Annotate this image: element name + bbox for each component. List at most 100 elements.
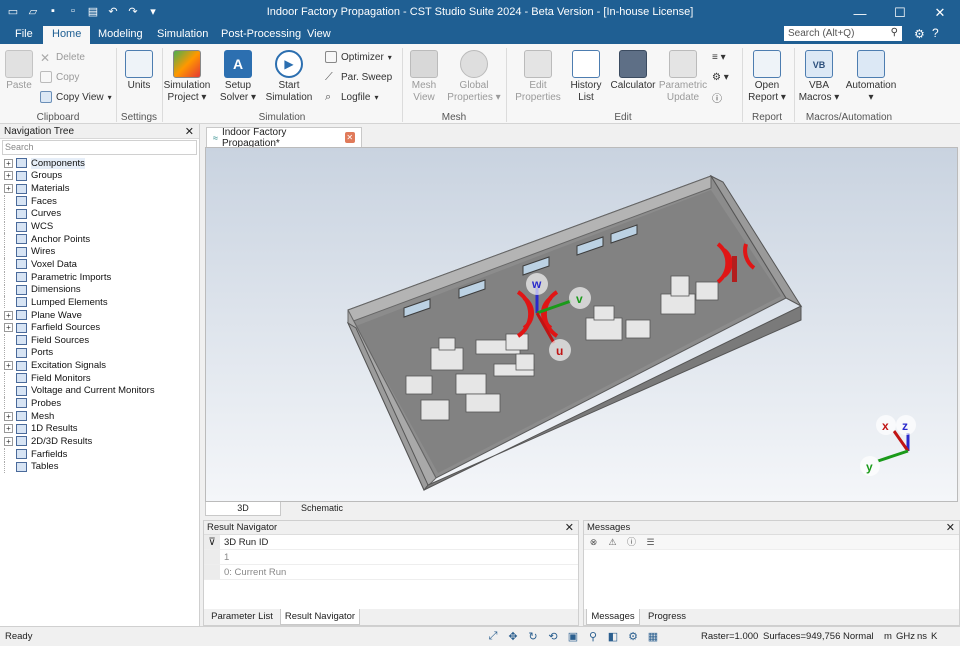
expand-icon[interactable]: +: [4, 310, 13, 320]
close-icon[interactable]: ✕: [946, 521, 955, 534]
start-simulation-button[interactable]: ▶ Start Simulation: [264, 50, 314, 104]
tree-item[interactable]: Lumped Elements: [4, 296, 155, 309]
tree-item[interactable]: Faces: [4, 195, 155, 208]
minimize-button[interactable]: —: [840, 0, 880, 26]
tree-item[interactable]: Parametric Imports: [4, 271, 155, 284]
expand-icon[interactable]: +: [4, 424, 13, 434]
tree-item[interactable]: Voltage and Current Monitors: [4, 384, 155, 398]
tree-item[interactable]: +2D/3D Results: [4, 435, 155, 448]
calculator-button[interactable]: Calculator: [609, 50, 657, 92]
search-input[interactable]: Search (Alt+Q) ⚲: [784, 26, 902, 41]
tree-item[interactable]: Probes: [4, 397, 155, 410]
expand-icon[interactable]: +: [4, 158, 13, 168]
tab-post-processing[interactable]: Post-Processing: [212, 26, 310, 44]
tab-home[interactable]: Home: [43, 26, 91, 44]
info-filter-icon[interactable]: ⓘ: [626, 537, 637, 548]
tree-item[interactable]: Field Monitors: [4, 372, 155, 385]
close-button[interactable]: ✕: [920, 0, 960, 26]
list-tools-button[interactable]: ≡ ▾: [712, 50, 726, 64]
par-sweep-button[interactable]: ⟋ Par. Sweep: [325, 70, 392, 84]
raster-icon[interactable]: ▦: [646, 629, 660, 643]
close-tab-icon[interactable]: ✕: [344, 132, 355, 143]
zoom-icon[interactable]: ⚲: [586, 629, 600, 643]
folder-icon: [16, 449, 27, 460]
expand-icon[interactable]: +: [4, 171, 13, 181]
3d-viewport[interactable]: w v u x z y: [205, 147, 958, 502]
settings-tools-button[interactable]: ⚙ ▾: [712, 70, 729, 84]
optimizer-button[interactable]: Optimizer ▾: [325, 50, 392, 64]
document-tab[interactable]: ≈ Indoor Factory Propagation* ✕: [206, 127, 362, 149]
rotate-view-icon[interactable]: ⟲: [546, 629, 560, 643]
expand-icon[interactable]: +: [4, 184, 13, 194]
zoom-fit-icon[interactable]: ⤢: [486, 629, 500, 643]
tab-messages[interactable]: Messages: [586, 609, 640, 625]
copy-button[interactable]: Copy: [40, 70, 79, 84]
pan-icon[interactable]: ✥: [506, 629, 520, 643]
warning-filter-icon[interactable]: ⚠: [607, 537, 618, 548]
edit-properties-button[interactable]: Edit Properties: [512, 50, 564, 104]
tree-item[interactable]: Tables: [4, 460, 155, 473]
tab-3d[interactable]: 3D: [205, 502, 281, 516]
parametric-update-button[interactable]: Parametric Update: [657, 50, 709, 104]
tab-view[interactable]: View: [298, 26, 340, 44]
table-row[interactable]: 1: [204, 550, 578, 565]
tree-item[interactable]: + Materials: [4, 182, 155, 195]
logfile-button[interactable]: ⌕ Logfile ▾: [325, 90, 378, 104]
nav-tree-search-input[interactable]: Search: [2, 140, 197, 155]
fit-view-icon[interactable]: ▣: [566, 629, 580, 643]
tab-simulation[interactable]: Simulation: [148, 26, 217, 44]
expand-icon[interactable]: +: [4, 361, 13, 371]
tree-item[interactable]: Wires: [4, 245, 155, 258]
perspective-icon[interactable]: ◧: [606, 629, 620, 643]
help-icon[interactable]: ?: [932, 26, 939, 40]
tree-item[interactable]: WCS: [4, 220, 155, 233]
tree-item[interactable]: Ports: [4, 346, 155, 360]
info-button[interactable]: ⓘ: [712, 90, 722, 105]
filter-icon[interactable]: ⊽: [204, 535, 220, 549]
units-button[interactable]: Units: [122, 50, 156, 92]
tab-progress[interactable]: Progress: [642, 609, 692, 625]
tab-modeling[interactable]: Modeling: [89, 26, 152, 44]
view-options-icon[interactable]: ⚙: [626, 629, 640, 643]
tree-item[interactable]: + Mesh: [4, 410, 155, 423]
rotate-icon[interactable]: ↻: [526, 629, 540, 643]
automation-button[interactable]: Automation ▾: [844, 50, 898, 104]
status-mode[interactable]: Normal: [843, 631, 874, 642]
tree-item[interactable]: Dimensions: [4, 283, 155, 296]
open-report-button[interactable]: Open Report ▾: [746, 50, 788, 104]
tree-item[interactable]: + Plane Wave: [4, 309, 155, 322]
global-properties-button[interactable]: Global Properties ▾: [446, 50, 502, 104]
tree-item[interactable]: + Groups: [4, 170, 155, 183]
close-icon[interactable]: ✕: [565, 521, 574, 534]
tree-item[interactable]: + Excitation Signals: [4, 359, 155, 372]
table-row[interactable]: 0: Current Run: [204, 565, 578, 580]
vba-macros-button[interactable]: VB VBA Macros ▾: [798, 50, 840, 104]
tree-item[interactable]: + Components: [4, 157, 155, 170]
tab-parameter-list[interactable]: Parameter List: [206, 609, 278, 625]
gear-icon[interactable]: ⚙: [914, 27, 925, 41]
tree-item[interactable]: Voxel Data: [4, 258, 155, 271]
tree-item[interactable]: + Farfield Sources: [4, 321, 155, 334]
tab-file[interactable]: File: [6, 26, 42, 44]
setup-solver-button[interactable]: A Setup Solver ▾: [218, 50, 258, 104]
paste-button[interactable]: Paste: [4, 50, 34, 92]
mesh-view-button[interactable]: Mesh View: [406, 50, 442, 104]
tree-item[interactable]: Farfields: [4, 448, 155, 461]
tree-item[interactable]: Anchor Points: [4, 233, 155, 246]
history-list-button[interactable]: History List: [566, 50, 606, 104]
tree-item[interactable]: Curves: [4, 207, 155, 221]
tree-item[interactable]: Field Sources: [4, 334, 155, 347]
error-filter-icon[interactable]: ⊗: [588, 537, 599, 548]
close-icon[interactable]: ✕: [185, 125, 194, 138]
tab-result-navigator[interactable]: Result Navigator: [280, 609, 360, 625]
simulation-project-button[interactable]: Simulation Project ▾: [163, 50, 211, 104]
expand-icon[interactable]: +: [4, 411, 13, 421]
tree-item[interactable]: +1D Results: [4, 422, 155, 435]
delete-button[interactable]: ✕ Delete: [40, 50, 85, 65]
clear-messages-icon[interactable]: ☰: [645, 537, 656, 548]
maximize-button[interactable]: ☐: [880, 0, 920, 26]
expand-icon[interactable]: +: [4, 436, 13, 446]
copy-view-button[interactable]: Copy View ▾: [40, 90, 112, 104]
tab-schematic[interactable]: Schematic: [285, 502, 359, 516]
expand-icon[interactable]: +: [4, 323, 13, 333]
